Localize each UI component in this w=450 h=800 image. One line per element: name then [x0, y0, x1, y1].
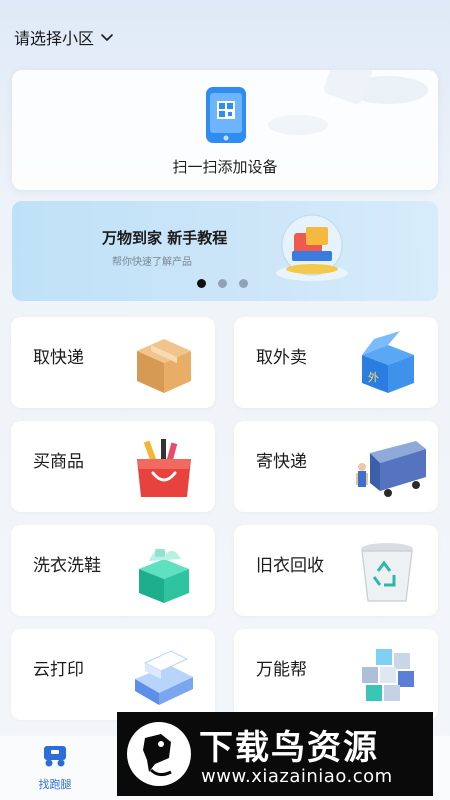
community-selector[interactable]: 请选择小区 [14, 26, 114, 48]
service-label: 洗衣洗鞋 [33, 556, 101, 576]
errand-icon [44, 746, 66, 767]
takeout-box-icon: 外 [362, 331, 414, 393]
service-label: 万能帮 [256, 660, 307, 680]
printer-icon [135, 650, 193, 705]
chevron-down-icon [101, 34, 113, 41]
service-universal-help[interactable]: 万能帮 [234, 629, 438, 720]
shopping-bag-icon [137, 439, 191, 497]
scan-add-device-card[interactable]: 扫一扫添加设备 [12, 70, 438, 190]
svg-text:外: 外 [368, 371, 379, 384]
service-label: 寄快递 [256, 452, 307, 472]
community-selector-label: 请选择小区 [14, 29, 95, 48]
scan-add-device-label: 扫一扫添加设备 [172, 158, 278, 176]
service-cloud-print[interactable]: 云打印 [11, 629, 215, 720]
tutorial-banner[interactable]: 万物到家 新手教程 帮你快速了解产品 [12, 201, 438, 301]
gift-globe-icon [276, 214, 348, 281]
banner-title: 万物到家 新手教程 [102, 229, 228, 247]
service-send-parcel[interactable]: 寄快递 [234, 421, 438, 512]
service-label: 取外卖 [256, 348, 307, 368]
service-laundry[interactable]: 洗衣洗鞋 [11, 525, 215, 616]
bird-logo-icon [127, 722, 191, 786]
service-pickup-takeout[interactable]: 取外卖 外 [234, 317, 438, 408]
service-label: 云打印 [33, 660, 84, 680]
carousel-dot[interactable] [218, 279, 227, 288]
service-label: 旧衣回收 [256, 556, 324, 576]
background-decoration [268, 70, 428, 135]
service-label: 取快递 [33, 348, 84, 368]
service-label: 买商品 [33, 452, 84, 472]
phone-scan-icon [206, 87, 246, 143]
service-buy-goods[interactable]: 买商品 [11, 421, 215, 512]
recycle-bin-icon [361, 543, 413, 602]
service-pickup-parcel[interactable]: 取快递 [11, 317, 215, 408]
watermark-url: www.xiazainiao.com [201, 766, 393, 787]
delivery-truck-icon [356, 441, 426, 497]
watermark-title: 下载鸟资源 [199, 728, 379, 768]
carousel-indicator [197, 279, 248, 288]
status-bar [0, 0, 450, 10]
parcel-box-icon [137, 339, 191, 393]
nav-item-errand[interactable]: 找跑腿 [30, 744, 80, 792]
banner-subtitle: 帮你快速了解产品 [112, 257, 192, 268]
carousel-dot[interactable] [239, 279, 248, 288]
cubes-icon [362, 649, 414, 701]
laundry-box-icon [139, 549, 189, 603]
carousel-dot[interactable] [197, 279, 206, 288]
service-clothes-recycle[interactable]: 旧衣回收 [234, 525, 438, 616]
watermark-overlay: 下载鸟资源 www.xiazainiao.com [117, 712, 433, 796]
nav-item-label: 找跑腿 [38, 778, 72, 791]
